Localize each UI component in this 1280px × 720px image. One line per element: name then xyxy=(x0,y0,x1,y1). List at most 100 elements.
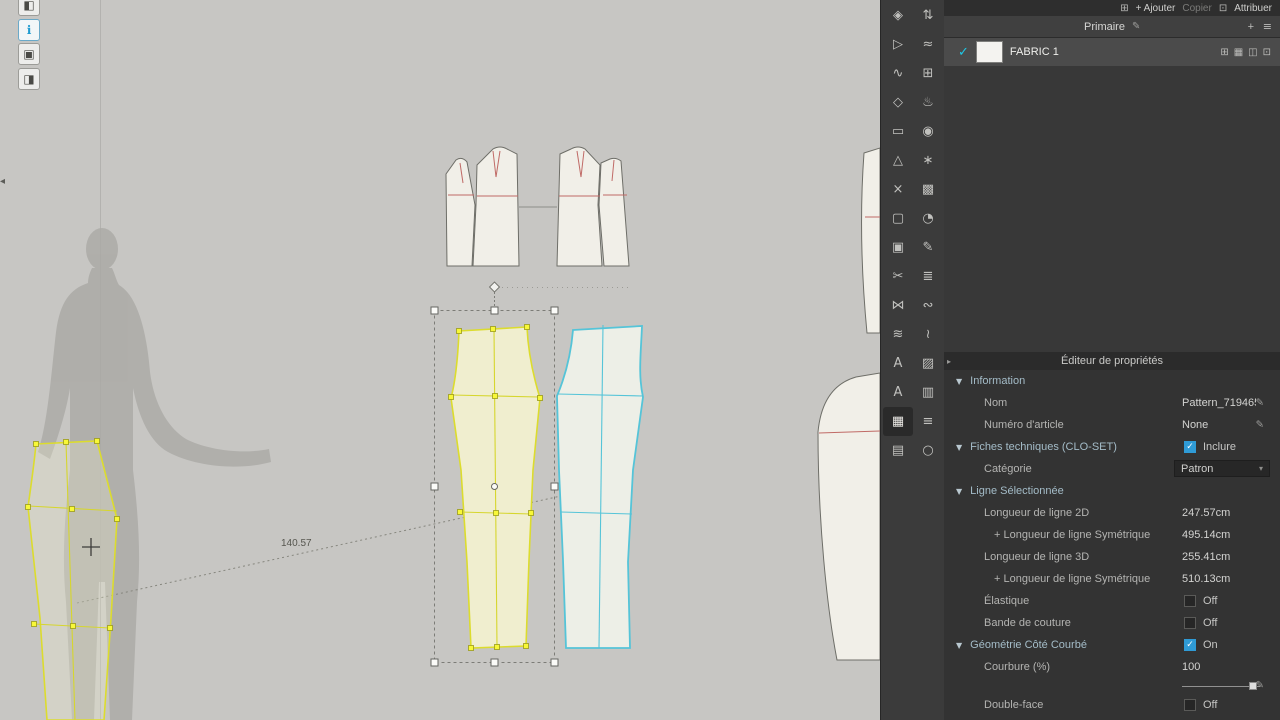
show-info-icon[interactable]: ℹ xyxy=(18,19,40,41)
fabric-swatch[interactable] xyxy=(976,41,1003,63)
fabric-add-icon[interactable]: ⊞ xyxy=(1220,47,1228,58)
zipper-tool-icon[interactable]: ○ xyxy=(913,436,943,465)
fabric-tool-icon[interactable]: ▩ xyxy=(913,175,943,204)
assign-button[interactable]: Attribuer xyxy=(1234,3,1272,14)
edit-pattern-tool-icon[interactable]: ▷ xyxy=(883,30,913,59)
pattern-piece-right-top[interactable] xyxy=(862,148,880,333)
bande-checkbox[interactable] xyxy=(1184,617,1196,629)
rectangle-tool-icon[interactable]: ▭ xyxy=(883,117,913,146)
pen-tool-icon[interactable]: ✎ xyxy=(913,233,943,262)
pattern-label-tool-icon[interactable]: A xyxy=(883,378,913,407)
print-layout-tool-icon[interactable]: ▥ xyxy=(913,378,943,407)
property-row-longueur-2d-sym: + Longueur de ligne Symétrique 495.14cm xyxy=(944,524,1280,546)
pin-tool-icon[interactable]: ◉ xyxy=(913,117,943,146)
fabric-list-item[interactable]: ✓ FABRIC 1 ⊞ ▦ ◫ ⊡ xyxy=(944,38,1280,66)
comb-tool-icon[interactable]: ≣ xyxy=(913,262,943,291)
elastique-checkbox[interactable] xyxy=(1184,595,1196,607)
section-fiches[interactable]: ▼ Fiches techniques (CLO-SET) ✓ Inclure xyxy=(944,436,1280,458)
library-icon[interactable]: ⊞ xyxy=(1120,3,1128,14)
show-pattern-icon[interactable]: ▣ xyxy=(18,43,40,65)
pattern-piece-pants-cyan[interactable] xyxy=(557,325,643,648)
steam-iron-tool-icon[interactable]: ♨ xyxy=(913,88,943,117)
rotation-handle[interactable] xyxy=(490,282,500,292)
show-grid-icon[interactable]: ◨ xyxy=(18,68,40,90)
app-window: 140.57 xyxy=(0,0,1280,720)
polygon-tool-icon[interactable]: △ xyxy=(883,146,913,175)
property-editor-title: Éditeur de propriétés xyxy=(1061,355,1163,367)
dart-tool-icon[interactable]: × xyxy=(883,175,913,204)
annotation-tool-icon[interactable]: A xyxy=(883,349,913,378)
collapse-triangle-icon[interactable]: ▼ xyxy=(956,377,962,386)
puzzle-tool-icon[interactable]: ◔ xyxy=(913,204,943,233)
grid-tool-icon[interactable]: ▦ xyxy=(883,407,913,436)
browser-toolbar: ⊞ + Ajouter Copier ⊡ Attribuer xyxy=(944,0,1280,16)
pattern-piece-right-bottom[interactable] xyxy=(818,373,880,660)
measure-tool-icon[interactable]: ▤ xyxy=(883,436,913,465)
include-checkbox[interactable]: ✓ xyxy=(1184,441,1196,453)
double-face-value: Off xyxy=(1203,699,1217,711)
show-silhouette-icon[interactable]: ◧ xyxy=(18,0,40,16)
edit-nom-icon[interactable]: ✎ xyxy=(1256,398,1264,409)
elastique-label: Élastique xyxy=(984,595,1029,607)
pattern-2d-canvas[interactable]: 140.57 xyxy=(0,0,880,720)
grading-tool-icon[interactable]: ≋ xyxy=(883,320,913,349)
nom-value[interactable]: Pattern_719465 xyxy=(1182,397,1256,409)
property-row-longueur-3d: Longueur de ligne 3D 255.41cm xyxy=(944,546,1280,568)
edit-group-icon[interactable]: ✎ xyxy=(1132,21,1140,32)
fabric-layers-icon[interactable]: ◫ xyxy=(1248,47,1257,58)
property-row-courbure: Courbure (%) 100 xyxy=(944,656,1280,678)
add-fabric-icon[interactable]: + xyxy=(1248,21,1254,33)
transform-pattern-tool-icon[interactable]: ◈ xyxy=(883,1,913,30)
article-value[interactable]: None xyxy=(1182,419,1208,431)
pattern-piece-pants-left[interactable] xyxy=(26,439,120,720)
fabric-check-icon[interactable]: ✓ xyxy=(958,45,969,60)
edit-article-icon[interactable]: ✎ xyxy=(1256,420,1264,431)
section-information[interactable]: ▼ Information xyxy=(944,370,1280,392)
double-face-checkbox[interactable] xyxy=(1184,699,1196,711)
right-side-panel: ⊞ + Ajouter Copier ⊡ Attribuer Primaire … xyxy=(944,0,1280,720)
pattern-piece-bodice-back-left[interactable] xyxy=(446,158,475,266)
panel-chevron-icon[interactable]: ▸ xyxy=(947,357,951,366)
collapse-triangle-icon[interactable]: ▼ xyxy=(956,641,962,650)
settings-tool-icon[interactable]: ∗ xyxy=(913,146,943,175)
fabric-group-header[interactable]: Primaire ✎ + ≡ xyxy=(944,16,1280,38)
assign-icon[interactable]: ⊡ xyxy=(1219,3,1227,14)
group-label: Primaire xyxy=(1084,21,1125,33)
cut-tool-icon[interactable]: ✂ xyxy=(883,262,913,291)
section-geometrie-label: Géométrie Côté Courbé xyxy=(970,639,1087,651)
group-menu-icon[interactable]: ≡ xyxy=(1263,20,1272,33)
section-ligne[interactable]: ▼ Ligne Sélectionnée xyxy=(944,480,1280,502)
free-sewing-tool-icon[interactable]: ≈ xyxy=(913,30,943,59)
add-point-tool-icon[interactable]: ◇ xyxy=(883,88,913,117)
categorie-value: Patron xyxy=(1181,463,1213,475)
wrinkle-tool-icon[interactable]: ≀ xyxy=(913,320,943,349)
pattern-piece-bodice-front-left[interactable] xyxy=(473,147,519,266)
seam-allowance-tool-icon[interactable]: ▣ xyxy=(883,233,913,262)
longueur-3d-sym-value: 510.13cm xyxy=(1182,573,1230,585)
geometrie-on-checkbox[interactable]: ✓ xyxy=(1184,639,1196,651)
edit-courbure-icon[interactable]: ✎ xyxy=(1256,680,1264,691)
edit-curvature-tool-icon[interactable]: ∿ xyxy=(883,59,913,88)
stitch-tool-icon[interactable]: ∾ xyxy=(913,291,943,320)
notch-tool-icon[interactable]: ⋈ xyxy=(883,291,913,320)
collapse-panel-arrow-icon[interactable]: ◂ xyxy=(0,176,5,187)
trace-tool-icon[interactable]: ▢ xyxy=(883,204,913,233)
copy-button[interactable]: Copier xyxy=(1182,3,1211,14)
courbure-label: Courbure (%) xyxy=(984,661,1050,673)
edit-sewing-tool-icon[interactable]: ⊞ xyxy=(913,59,943,88)
show-silhouette-glyph: ◧ xyxy=(23,0,34,12)
texture-tool-icon[interactable]: ▨ xyxy=(913,349,943,378)
sewing-tool-icon[interactable]: ⇅ xyxy=(913,1,943,30)
property-row-double-face: Double-face Off xyxy=(944,694,1280,716)
courbure-value[interactable]: 100 xyxy=(1182,661,1200,673)
collapse-triangle-icon[interactable]: ▼ xyxy=(956,487,962,496)
selection-center-point xyxy=(492,484,498,490)
fabric-texture-icon[interactable]: ▦ xyxy=(1234,47,1243,58)
pattern-piece-bodice-back-right[interactable] xyxy=(599,158,629,266)
ruler-tool-icon[interactable]: ≡ xyxy=(913,407,943,436)
categorie-dropdown[interactable]: Patron ▾ xyxy=(1174,460,1270,477)
add-button[interactable]: + Ajouter xyxy=(1136,3,1176,14)
collapse-triangle-icon[interactable]: ▼ xyxy=(956,443,962,452)
section-geometrie[interactable]: ▼ Géométrie Côté Courbé ✓ On xyxy=(944,634,1280,656)
fabric-edit-icon[interactable]: ⊡ xyxy=(1263,47,1271,58)
